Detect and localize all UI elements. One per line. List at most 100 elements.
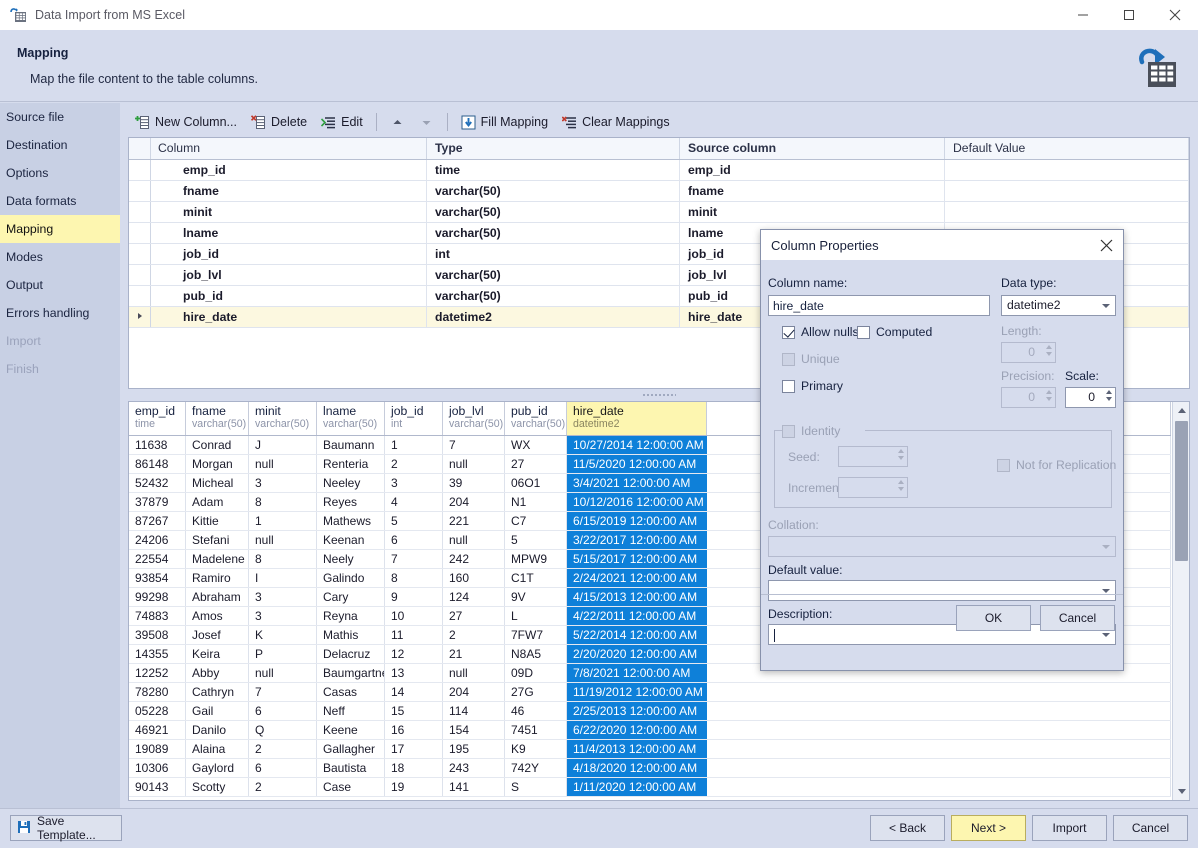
header-source-column[interactable]: Source column — [680, 138, 945, 159]
preview-cell[interactable]: 10306 — [129, 759, 186, 777]
preview-cell[interactable]: Alaina — [186, 740, 249, 758]
preview-cell[interactable]: 78280 — [129, 683, 186, 701]
preview-row[interactable]: 46921DaniloQKeene1615474516/22/2020 12:0… — [129, 721, 1171, 740]
preview-cell[interactable]: Neely — [317, 550, 385, 568]
preview-cell[interactable]: Case — [317, 778, 385, 796]
delete-button[interactable]: Delete — [244, 110, 314, 134]
sidebar-item-output[interactable]: Output — [0, 271, 120, 299]
move-down-button[interactable] — [412, 110, 441, 134]
preview-cell[interactable]: 86148 — [129, 455, 186, 473]
preview-cell[interactable]: Cathryn — [186, 683, 249, 701]
new-column-button[interactable]: New Column... — [128, 110, 244, 134]
preview-cell[interactable]: 4/18/2020 12:00:00 AM — [567, 759, 707, 777]
preview-cell[interactable]: 14355 — [129, 645, 186, 663]
preview-cell[interactable]: S — [505, 778, 567, 796]
preview-cell[interactable]: 2/25/2013 12:00:00 AM — [567, 702, 707, 720]
sidebar-item-source-file[interactable]: Source file — [0, 103, 120, 131]
preview-cell[interactable]: 6 — [249, 759, 317, 777]
cancel-button[interactable]: Cancel — [1040, 605, 1115, 631]
preview-column-header[interactable]: job_idint — [385, 402, 443, 435]
preview-cell[interactable]: null — [443, 455, 505, 473]
preview-cell[interactable]: Kittie — [186, 512, 249, 530]
preview-cell[interactable]: C7 — [505, 512, 567, 530]
preview-row[interactable]: 90143Scotty2Case19141S1/11/2020 12:00:00… — [129, 778, 1171, 797]
preview-row[interactable]: 19089Alaina2Gallagher17195K911/4/2013 12… — [129, 740, 1171, 759]
preview-cell[interactable]: 06O1 — [505, 474, 567, 492]
preview-cell[interactable]: 6 — [385, 531, 443, 549]
preview-cell[interactable]: 114 — [443, 702, 505, 720]
table-row[interactable]: emp_idtimeemp_id — [129, 160, 1189, 181]
scrollbar-thumb[interactable] — [1175, 421, 1188, 561]
preview-cell[interactable]: 3/4/2021 12:00:00 AM — [567, 474, 707, 492]
preview-cell[interactable]: 39 — [443, 474, 505, 492]
back-button[interactable]: < Back — [870, 815, 945, 841]
primary-checkbox[interactable]: Primary — [782, 379, 843, 393]
preview-cell[interactable]: Reyes — [317, 493, 385, 511]
preview-cell[interactable]: 74883 — [129, 607, 186, 625]
preview-cell[interactable]: Cary — [317, 588, 385, 606]
preview-cell[interactable]: Baumgartner — [317, 664, 385, 682]
preview-cell[interactable]: 8 — [249, 493, 317, 511]
preview-cell[interactable]: I — [249, 569, 317, 587]
sidebar-item-options[interactable]: Options — [0, 159, 120, 187]
sidebar-item-modes[interactable]: Modes — [0, 243, 120, 271]
preview-cell[interactable]: K9 — [505, 740, 567, 758]
preview-cell[interactable]: L — [505, 607, 567, 625]
preview-cell[interactable]: 11638 — [129, 436, 186, 454]
preview-cell[interactable]: 242 — [443, 550, 505, 568]
preview-cell[interactable]: 3 — [249, 607, 317, 625]
preview-cell[interactable]: 11/19/2012 12:00:00 AM — [567, 683, 707, 701]
header-type[interactable]: Type — [427, 138, 680, 159]
preview-cell[interactable]: 10/12/2016 12:00:00 AM — [567, 493, 707, 511]
preview-cell[interactable]: Scotty — [186, 778, 249, 796]
table-row[interactable]: minitvarchar(50)minit — [129, 202, 1189, 223]
edit-button[interactable]: Edit — [314, 110, 370, 134]
preview-cell[interactable]: 7451 — [505, 721, 567, 739]
preview-cell[interactable]: 6/15/2019 12:00:00 AM — [567, 512, 707, 530]
sidebar-item-mapping[interactable]: Mapping — [0, 215, 120, 243]
preview-cell[interactable]: 4 — [385, 493, 443, 511]
close-button[interactable] — [1152, 0, 1198, 30]
preview-column-header[interactable]: fnamevarchar(50) — [186, 402, 249, 435]
preview-cell[interactable]: 204 — [443, 683, 505, 701]
preview-column-header[interactable]: pub_idvarchar(50) — [505, 402, 567, 435]
preview-cell[interactable]: 5/22/2014 12:00:00 AM — [567, 626, 707, 644]
preview-column-header[interactable]: minitvarchar(50) — [249, 402, 317, 435]
preview-cell[interactable]: 7 — [249, 683, 317, 701]
preview-cell[interactable]: Reyna — [317, 607, 385, 625]
preview-cell[interactable]: 3 — [249, 474, 317, 492]
preview-cell[interactable]: N8A5 — [505, 645, 567, 663]
preview-cell[interactable]: Neeley — [317, 474, 385, 492]
allow-nulls-checkbox[interactable]: Allow nulls — [782, 325, 859, 339]
preview-cell[interactable]: 39508 — [129, 626, 186, 644]
preview-cell[interactable]: 18 — [385, 759, 443, 777]
preview-column-header[interactable]: lnamevarchar(50) — [317, 402, 385, 435]
preview-cell[interactable]: 52432 — [129, 474, 186, 492]
preview-cell[interactable]: 24206 — [129, 531, 186, 549]
preview-cell[interactable]: Galindo — [317, 569, 385, 587]
preview-cell[interactable]: 27G — [505, 683, 567, 701]
fill-mapping-button[interactable]: Fill Mapping — [454, 110, 555, 134]
preview-cell[interactable]: 27 — [505, 455, 567, 473]
preview-cell[interactable]: 90143 — [129, 778, 186, 796]
preview-cell[interactable]: Gallagher — [317, 740, 385, 758]
sidebar-item-errors-handling[interactable]: Errors handling — [0, 299, 120, 327]
header-column[interactable]: Column — [151, 138, 427, 159]
preview-cell[interactable]: Stefani — [186, 531, 249, 549]
minimize-button[interactable] — [1060, 0, 1106, 30]
preview-cell[interactable]: Casas — [317, 683, 385, 701]
scale-down-icon[interactable] — [1106, 397, 1112, 401]
preview-cell[interactable]: 5/15/2017 12:00:00 AM — [567, 550, 707, 568]
preview-cell[interactable]: 1/11/2020 12:00:00 AM — [567, 778, 707, 796]
sidebar-item-data-formats[interactable]: Data formats — [0, 187, 120, 215]
preview-cell[interactable]: 9V — [505, 588, 567, 606]
preview-cell[interactable]: 87267 — [129, 512, 186, 530]
preview-cell[interactable]: 46 — [505, 702, 567, 720]
preview-cell[interactable]: 124 — [443, 588, 505, 606]
preview-cell[interactable]: Amos — [186, 607, 249, 625]
preview-cell[interactable]: Keira — [186, 645, 249, 663]
preview-cell[interactable]: N1 — [505, 493, 567, 511]
preview-cell[interactable]: Keene — [317, 721, 385, 739]
preview-cell[interactable]: 11 — [385, 626, 443, 644]
move-up-button[interactable] — [383, 110, 412, 134]
